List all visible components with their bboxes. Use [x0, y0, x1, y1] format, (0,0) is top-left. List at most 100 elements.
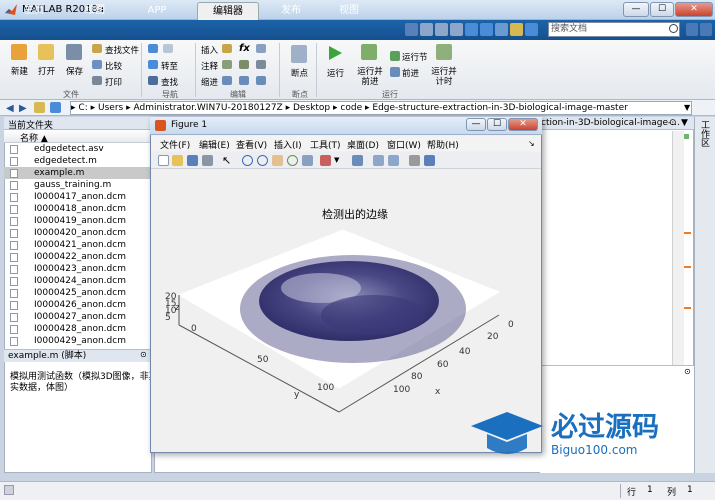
- indent-button[interactable]: 缩进: [201, 76, 218, 88]
- compare-button[interactable]: 比较: [105, 60, 122, 72]
- browse-folder-icon[interactable]: [50, 102, 61, 113]
- zoom-in-icon[interactable]: [242, 155, 253, 166]
- save-button[interactable]: 保存: [66, 65, 83, 77]
- file-row[interactable]: edgedetect.asv: [4, 143, 152, 155]
- community-icon[interactable]: [700, 23, 712, 36]
- brush-dropdown-icon[interactable]: ▼: [334, 155, 345, 166]
- file-row[interactable]: I0000425_anon.dcm: [4, 287, 152, 299]
- new-figure-icon[interactable]: [158, 155, 169, 166]
- breakpoints-icon[interactable]: [291, 45, 307, 63]
- save-figure-icon[interactable]: [187, 155, 198, 166]
- cell-icon[interactable]: [256, 44, 266, 53]
- pan-hand-icon[interactable]: [272, 155, 283, 166]
- file-row[interactable]: gauss_training.m: [4, 179, 152, 191]
- save-disk-icon[interactable]: [66, 44, 82, 60]
- tab-home[interactable]: 主页: [12, 2, 56, 20]
- help-quick-icon[interactable]: [510, 23, 523, 36]
- pointer-icon[interactable]: ↖: [222, 155, 233, 166]
- breakpoints-button[interactable]: 断点: [291, 67, 308, 79]
- zoom-out-icon[interactable]: [257, 155, 268, 166]
- redo-quick-icon[interactable]: [480, 23, 493, 36]
- file-row[interactable]: I0000428_anon.dcm: [4, 323, 152, 335]
- run-time-button[interactable]: 运行并计时: [430, 67, 458, 87]
- menu-window[interactable]: 窗口(W): [387, 138, 421, 151]
- show-tools-icon[interactable]: [424, 155, 435, 166]
- open-folder-icon[interactable]: [38, 44, 54, 60]
- file-row[interactable]: I0000429_anon.dcm: [4, 335, 152, 347]
- filter-icon[interactable]: [686, 23, 698, 36]
- tab-editor[interactable]: 编辑器: [197, 2, 259, 20]
- path-segment-desktop[interactable]: Desktop: [293, 103, 330, 113]
- insert-button[interactable]: 插入: [201, 44, 218, 56]
- legend-icon[interactable]: [388, 155, 399, 166]
- menu-desktop[interactable]: 桌面(D): [347, 138, 379, 151]
- menu-file[interactable]: 文件(F): [160, 138, 190, 151]
- search-docs-input[interactable]: 搜索文档: [548, 22, 680, 37]
- search-icon[interactable]: [669, 24, 678, 33]
- find-button[interactable]: 查找: [161, 76, 178, 88]
- advance-button[interactable]: 前进: [402, 67, 419, 79]
- forward-arrow-icon[interactable]: [163, 44, 173, 53]
- forward-nav-icon[interactable]: ▶: [19, 103, 27, 114]
- warning-marker[interactable]: [684, 266, 691, 268]
- workspace-tab[interactable]: 工作区: [699, 120, 709, 147]
- uncomment-icon[interactable]: [239, 60, 249, 69]
- figure-close-button[interactable]: ✕: [508, 118, 538, 131]
- file-row[interactable]: edgedetect.m: [4, 155, 152, 167]
- run-section-button[interactable]: 运行节: [402, 51, 428, 63]
- goto-button[interactable]: 转至: [161, 60, 178, 72]
- file-row[interactable]: I0000427_anon.dcm: [4, 311, 152, 323]
- copy-quick-icon[interactable]: [435, 23, 448, 36]
- command-menu-icon[interactable]: ⊙: [684, 367, 691, 376]
- run-icon[interactable]: [326, 44, 344, 62]
- menu-tools[interactable]: 工具(T): [310, 138, 341, 151]
- figure-maximize-button[interactable]: ☐: [487, 118, 507, 131]
- maximize-button[interactable]: ☐: [650, 2, 674, 17]
- fx-button[interactable]: fx: [239, 43, 250, 54]
- wrap-icon[interactable]: [256, 60, 266, 69]
- path-segment-admin[interactable]: Administrator.WIN7U-20180127Z: [134, 103, 283, 113]
- path-dropdown-icon[interactable]: ▼: [684, 103, 690, 112]
- rotate-3d-icon[interactable]: [287, 155, 298, 166]
- path-segment-drive[interactable]: C:: [78, 103, 87, 113]
- up-folder-icon[interactable]: [34, 102, 45, 113]
- switch-window-icon[interactable]: [495, 23, 508, 36]
- file-row[interactable]: I0000424_anon.dcm: [4, 275, 152, 287]
- menu-view[interactable]: 查看(V): [236, 138, 267, 151]
- outdent-icon[interactable]: [239, 76, 249, 85]
- link-plot-icon[interactable]: [352, 155, 363, 166]
- file-row[interactable]: I0000422_anon.dcm: [4, 251, 152, 263]
- file-row[interactable]: I0000423_anon.dcm: [4, 263, 152, 275]
- data-cursor-icon[interactable]: [302, 155, 313, 166]
- open-button[interactable]: 打开: [38, 65, 55, 77]
- warning-marker[interactable]: [684, 307, 691, 309]
- print-figure-icon[interactable]: [202, 155, 213, 166]
- file-row[interactable]: example.m: [4, 167, 152, 179]
- file-row[interactable]: I0000419_anon.dcm: [4, 215, 152, 227]
- new-button[interactable]: 新建: [11, 65, 28, 77]
- menu-edit[interactable]: 编辑(E): [199, 138, 230, 151]
- undo-quick-icon[interactable]: [465, 23, 478, 36]
- cut-quick-icon[interactable]: [420, 23, 433, 36]
- file-row[interactable]: I0000421_anon.dcm: [4, 239, 152, 251]
- menu-insert[interactable]: 插入(I): [274, 138, 302, 151]
- path-segment-users[interactable]: Users: [98, 103, 123, 113]
- smart-indent-icon[interactable]: [256, 76, 266, 85]
- file-row[interactable]: I0000418_anon.dcm: [4, 203, 152, 215]
- tab-apps[interactable]: APP: [134, 2, 180, 20]
- tab-publish[interactable]: 发布: [266, 2, 316, 20]
- tab-plots[interactable]: 绘图: [72, 2, 118, 20]
- hide-tools-icon[interactable]: [409, 155, 420, 166]
- file-row[interactable]: I0000417_anon.dcm: [4, 191, 152, 203]
- comment-button[interactable]: 注释: [201, 60, 218, 72]
- back-arrow-icon[interactable]: [148, 44, 158, 53]
- run-advance-icon[interactable]: [361, 44, 377, 60]
- current-path-field[interactable]: ▸ C: ▸ Users ▸ Administrator.WIN7U-20180…: [70, 101, 692, 115]
- dock-arrow-icon[interactable]: ↘: [528, 139, 535, 148]
- print-button[interactable]: 打印: [105, 76, 122, 88]
- back-nav-icon[interactable]: ◀: [6, 103, 14, 114]
- editor-tab[interactable]: ction-in-3D-biological-image-...: [541, 118, 680, 128]
- run-advance-button[interactable]: 运行并前进: [354, 67, 386, 87]
- find-files-button[interactable]: 查找文件: [105, 44, 139, 56]
- colorbar-icon[interactable]: [373, 155, 384, 166]
